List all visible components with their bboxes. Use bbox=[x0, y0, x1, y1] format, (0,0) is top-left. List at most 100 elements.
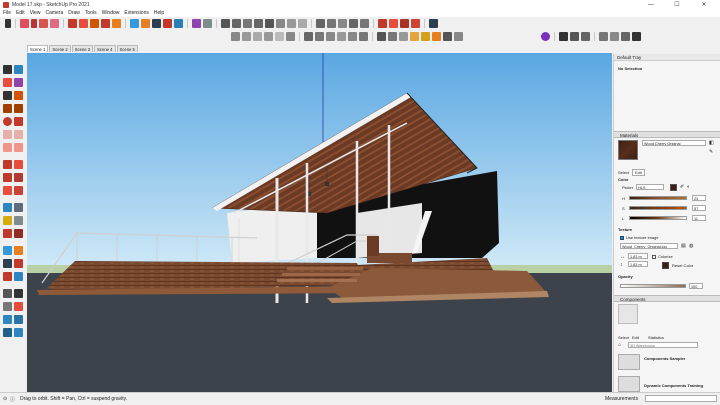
texture-height-input[interactable]: 1,83 m bbox=[628, 261, 648, 267]
protractor-icon[interactable] bbox=[389, 18, 398, 28]
move-icon[interactable] bbox=[3, 160, 12, 169]
subtract-icon[interactable] bbox=[337, 31, 346, 41]
credits-status-icon[interactable]: ⓘ bbox=[10, 396, 15, 403]
trim-icon[interactable] bbox=[348, 31, 357, 41]
component-title[interactable]: Dynamic Components Training bbox=[644, 383, 703, 388]
front-view-icon[interactable] bbox=[327, 18, 336, 28]
pan-icon[interactable] bbox=[14, 246, 23, 255]
menu-view[interactable]: View bbox=[30, 10, 41, 16]
right-view-icon[interactable] bbox=[338, 18, 347, 28]
walk-icon[interactable] bbox=[388, 31, 397, 41]
offset-icon[interactable] bbox=[14, 186, 23, 195]
standard-view-icon[interactable] bbox=[287, 18, 296, 28]
section-plane-icon[interactable] bbox=[276, 18, 285, 28]
warehouse-icon[interactable] bbox=[221, 18, 230, 28]
polygon-icon[interactable] bbox=[14, 117, 23, 126]
hue-value[interactable]: 23 bbox=[692, 195, 706, 201]
record-icon[interactable] bbox=[570, 31, 579, 41]
back-view-icon[interactable] bbox=[349, 18, 358, 28]
line-icon[interactable] bbox=[3, 91, 12, 100]
shaded-style-icon[interactable] bbox=[275, 31, 284, 41]
edit-texture-icon[interactable]: ◍ bbox=[689, 243, 693, 249]
zoom-icon[interactable] bbox=[3, 259, 12, 268]
pan-tool-icon[interactable] bbox=[141, 18, 150, 28]
push-pull-tool-icon[interactable] bbox=[68, 18, 77, 28]
arc-tool-icon[interactable] bbox=[39, 18, 48, 28]
dimension-tool-icon[interactable] bbox=[14, 203, 23, 212]
menu-tools[interactable]: Tools bbox=[85, 10, 97, 16]
texture-file-input[interactable]: Wood_Cherry_Original.jpg bbox=[620, 243, 678, 249]
rotate-tool-icon[interactable] bbox=[90, 18, 99, 28]
lightness-slider[interactable] bbox=[629, 216, 687, 220]
zoom-extents-icon[interactable] bbox=[163, 18, 172, 28]
iso-view-icon[interactable] bbox=[298, 18, 307, 28]
texture-width-input[interactable]: 1,83 m bbox=[628, 253, 648, 259]
scale-icon[interactable] bbox=[3, 186, 12, 195]
position-camera-tool-icon[interactable] bbox=[3, 289, 12, 298]
smoove-icon[interactable] bbox=[3, 328, 12, 337]
cloud-icon[interactable] bbox=[610, 31, 619, 41]
rotate-icon[interactable] bbox=[3, 173, 12, 182]
colorize-checkbox[interactable] bbox=[652, 255, 656, 259]
scene-tab[interactable]: Scene 2 bbox=[49, 45, 71, 52]
component-title[interactable]: Components Sampler bbox=[644, 356, 685, 361]
section-display-icon[interactable] bbox=[454, 31, 463, 41]
three-point-arc-icon[interactable] bbox=[3, 143, 12, 152]
extension-manager-icon[interactable] bbox=[254, 18, 263, 28]
wireframe-style-icon[interactable] bbox=[253, 31, 262, 41]
info-icon[interactable] bbox=[632, 31, 641, 41]
hidden-line-style-icon[interactable] bbox=[264, 31, 273, 41]
reset-color-label[interactable]: Reset Color bbox=[672, 263, 693, 268]
axes-tool-icon[interactable] bbox=[3, 229, 12, 238]
model-scene[interactable] bbox=[27, 53, 612, 392]
geo-location-status-icon[interactable]: ⊙ bbox=[3, 396, 7, 402]
reset-color-swatch[interactable] bbox=[662, 262, 669, 269]
play-animation-icon[interactable] bbox=[559, 31, 568, 41]
top-view-icon[interactable] bbox=[316, 18, 325, 28]
menu-draw[interactable]: Draw bbox=[68, 10, 80, 16]
lasso-icon[interactable] bbox=[14, 65, 23, 74]
tape-measure-icon[interactable] bbox=[174, 18, 183, 28]
measure-icon[interactable] bbox=[599, 31, 608, 41]
components-tab-select[interactable]: Select bbox=[618, 335, 629, 340]
scene-tab[interactable]: Scene 5 bbox=[116, 45, 138, 52]
extension-badge-icon[interactable] bbox=[541, 31, 550, 41]
rectangle-icon[interactable] bbox=[3, 104, 12, 113]
paint-icon[interactable] bbox=[14, 78, 23, 87]
shape-tool-icon[interactable] bbox=[50, 18, 59, 28]
paint-bucket-icon[interactable] bbox=[192, 18, 201, 28]
two-point-arc-icon[interactable] bbox=[14, 130, 23, 139]
push-pull-icon[interactable] bbox=[14, 160, 23, 169]
fog-icon[interactable] bbox=[421, 31, 430, 41]
components-panel-header[interactable]: Components bbox=[614, 295, 720, 302]
sandbox-from-contours-icon[interactable] bbox=[3, 315, 12, 324]
position-camera-icon[interactable] bbox=[377, 31, 386, 41]
text-tool-icon[interactable] bbox=[203, 18, 212, 28]
material-name-input[interactable]: Wood Cherry Original bbox=[642, 140, 706, 146]
menu-edit[interactable]: Edit bbox=[16, 10, 25, 16]
close-button[interactable]: ✕ bbox=[693, 0, 715, 9]
split-icon[interactable] bbox=[359, 31, 368, 41]
look-around-icon[interactable] bbox=[399, 31, 408, 41]
scene-tab[interactable]: Scene 3 bbox=[71, 45, 94, 52]
layout-icon[interactable] bbox=[243, 18, 252, 28]
opacity-value[interactable]: 100 bbox=[689, 283, 703, 289]
stamp-icon[interactable] bbox=[14, 328, 23, 337]
pie-icon[interactable] bbox=[14, 143, 23, 152]
materials-tab-edit[interactable]: Edit bbox=[632, 169, 645, 176]
section-plane-tool-icon[interactable] bbox=[14, 302, 23, 311]
sample-paint-icon[interactable]: ✎ bbox=[709, 149, 713, 155]
component-thumb[interactable] bbox=[618, 376, 640, 392]
lightness-value[interactable]: 11 bbox=[692, 215, 706, 221]
walk-tool-icon[interactable] bbox=[14, 289, 23, 298]
sandbox-icon[interactable] bbox=[432, 31, 441, 41]
scene-tab[interactable]: Scene 4 bbox=[94, 45, 116, 52]
left-view-icon[interactable] bbox=[360, 18, 369, 28]
select-tool-icon[interactable] bbox=[5, 18, 11, 28]
saturation-slider[interactable] bbox=[629, 206, 687, 210]
look-around-tool-icon[interactable] bbox=[3, 302, 12, 311]
back-edges-style-icon[interactable] bbox=[242, 31, 251, 41]
orbit-icon[interactable] bbox=[3, 246, 12, 255]
sandbox-from-scratch-icon[interactable] bbox=[14, 315, 23, 324]
menu-camera[interactable]: Camera bbox=[45, 10, 63, 16]
